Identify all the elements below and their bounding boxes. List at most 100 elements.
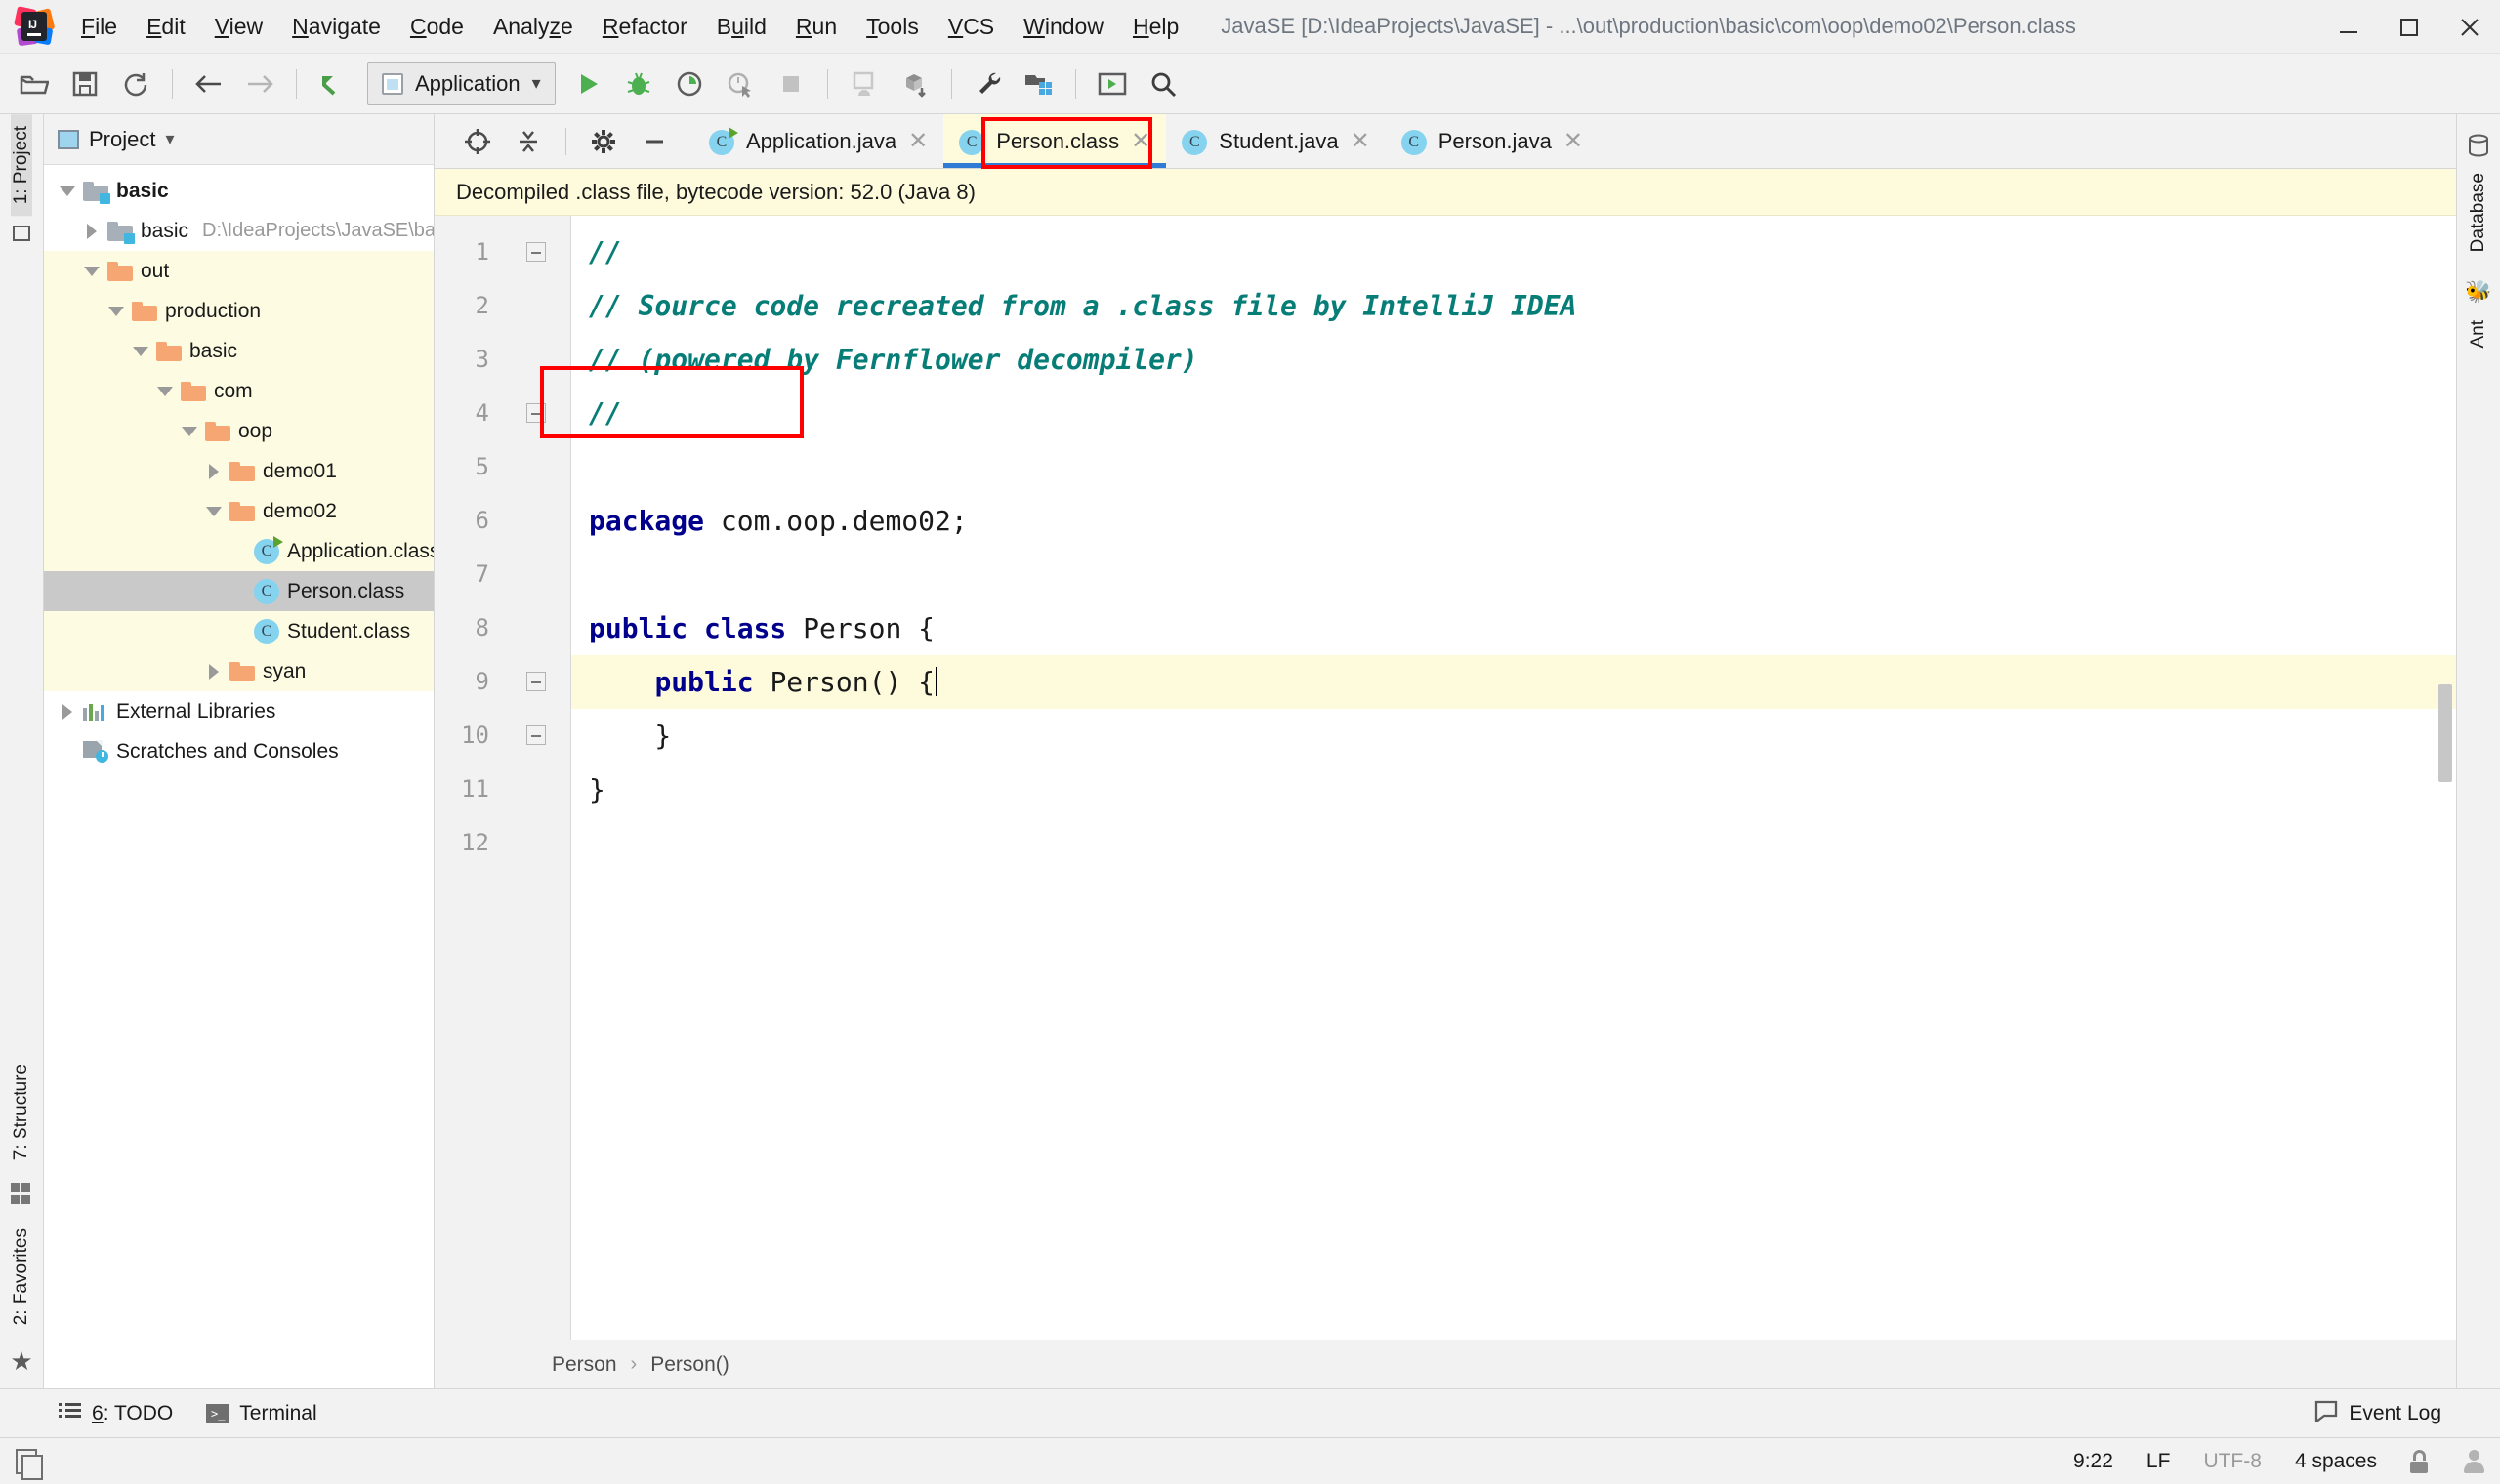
tree-item-external-libraries[interactable]: External Libraries <box>44 691 434 731</box>
chevron-right-icon[interactable] <box>200 463 228 479</box>
tree-item-student-class[interactable]: C Student.class <box>44 611 434 651</box>
close-button[interactable] <box>2439 0 2500 54</box>
window-controls[interactable] <box>2318 0 2500 54</box>
fold-toggle-icon[interactable] <box>503 709 570 763</box>
run-with-coverage-icon[interactable] <box>665 62 714 106</box>
right-tool-window-bar[interactable]: Database 🐝 Ant <box>2456 114 2500 1388</box>
code-line[interactable]: public class Person { <box>571 601 2456 655</box>
tree-item-demo02[interactable]: demo02 <box>44 491 434 531</box>
menu-item-build[interactable]: Build <box>702 8 781 46</box>
chevron-down-icon[interactable]: ▾ <box>165 129 174 149</box>
menu-item-analyze[interactable]: Analyze <box>479 8 588 46</box>
close-icon[interactable]: ✕ <box>908 129 928 153</box>
project-panel-actions[interactable] <box>435 114 680 168</box>
tree-item-person-class[interactable]: C Person.class <box>44 571 434 611</box>
person-icon[interactable] <box>2463 1449 2484 1473</box>
tree-item-syan[interactable]: syan <box>44 651 434 691</box>
tree-item-application-class[interactable]: C Application.class <box>44 531 434 571</box>
code-line[interactable]: // <box>571 226 2456 279</box>
menu-item-navigate[interactable]: Navigate <box>277 8 396 46</box>
tree-item-demo01[interactable]: demo01 <box>44 451 434 491</box>
open-folder-icon[interactable] <box>10 62 59 106</box>
tool-window-event-log[interactable]: Event Log <box>2313 1399 2441 1428</box>
project-structure-icon[interactable] <box>1015 62 1063 106</box>
code-line[interactable]: // Source code recreated from a .class f… <box>571 279 2456 333</box>
sync-gradle-icon[interactable] <box>891 62 939 106</box>
editor-tabs[interactable]: C Application.java ✕ C Person.class ✕ C Student… <box>693 114 1599 168</box>
search-everywhere-icon[interactable] <box>1139 62 1188 106</box>
run-button[interactable] <box>563 62 612 106</box>
menu-item-help[interactable]: Help <box>1118 8 1193 46</box>
bottom-tool-window-bar[interactable]: 6: TODO >_ Terminal Event Log <box>0 1388 2500 1437</box>
chevron-right-icon[interactable] <box>54 703 81 720</box>
editor-tab-person-class[interactable]: C Person.class ✕ <box>943 114 1167 168</box>
settings-wrench-icon[interactable] <box>964 62 1013 106</box>
tree-item-com[interactable]: com <box>44 371 434 411</box>
menu-item-file[interactable]: File <box>66 8 132 46</box>
back-arrow-icon[interactable] <box>185 62 233 106</box>
locate-file-icon[interactable] <box>456 120 499 163</box>
chevron-down-icon[interactable] <box>127 346 154 356</box>
code-line[interactable] <box>571 440 2456 494</box>
structure-preview-icon[interactable] <box>13 226 30 242</box>
caret-position[interactable]: 9:22 <box>2073 1450 2113 1473</box>
collapse-all-icon[interactable] <box>507 120 550 163</box>
fold-toggle-icon[interactable] <box>503 387 570 440</box>
revert-arrow-icon[interactable] <box>309 62 357 106</box>
menu-bar[interactable]: File Edit View Navigate Code Analyze Refactor B… <box>66 8 1193 46</box>
menu-item-run[interactable]: Run <box>781 8 852 46</box>
status-bar-right[interactable]: 9:22 LF UTF-8 4 spaces <box>2073 1449 2484 1473</box>
chevron-down-icon[interactable] <box>54 186 81 196</box>
code-line[interactable]: // (powered by Fernflower decompiler) <box>571 333 2456 387</box>
sidebar-tab-project[interactable]: 1: Project <box>11 114 32 217</box>
avd-manager-icon[interactable] <box>1088 62 1137 106</box>
chevron-down-icon[interactable] <box>151 386 179 396</box>
sidebar-tab-favorites[interactable]: 2: Favorites <box>11 1216 32 1337</box>
menu-item-edit[interactable]: Edit <box>132 8 200 46</box>
sync-icon[interactable] <box>111 62 160 106</box>
close-icon[interactable]: ✕ <box>1563 129 1583 153</box>
code-line[interactable] <box>571 548 2456 601</box>
chevron-down-icon[interactable] <box>200 506 228 516</box>
tree-item-oop[interactable]: oop <box>44 411 434 451</box>
editor-tab-application-java[interactable]: C Application.java ✕ <box>693 114 943 168</box>
fold-toggle-icon[interactable] <box>503 226 570 279</box>
menu-item-code[interactable]: Code <box>396 8 479 46</box>
tree-item-basic[interactable]: basic <box>44 171 434 211</box>
code-content[interactable]: // // Source code recreated from a .class… <box>571 216 2456 1340</box>
chevron-right-icon[interactable] <box>200 663 228 680</box>
editor-tab-student-java[interactable]: C Student.java ✕ <box>1166 114 1385 168</box>
tree-item-production[interactable]: production <box>44 291 434 331</box>
star-icon[interactable]: ★ <box>10 1346 32 1377</box>
menu-item-vcs[interactable]: VCS <box>934 8 1009 46</box>
menu-item-window[interactable]: Window <box>1009 8 1118 46</box>
hide-panel-icon[interactable] <box>633 120 676 163</box>
chevron-down-icon[interactable] <box>78 266 105 276</box>
editor-tab-bar[interactable]: C Application.java ✕ C Person.class ✕ C Student… <box>435 114 2456 169</box>
code-line[interactable]: } <box>571 709 2456 763</box>
tree-item-scratches-and-consoles[interactable]: Scratches and Consoles <box>44 731 434 771</box>
maximize-button[interactable] <box>2379 0 2439 54</box>
tree-item-basic[interactable]: basic <box>44 331 434 371</box>
run-configuration-selector[interactable]: Application ▾ <box>367 62 556 105</box>
code-line[interactable] <box>571 816 2456 870</box>
document-icon[interactable] <box>16 1448 43 1480</box>
chevron-down-icon[interactable] <box>103 306 130 316</box>
code-line[interactable]: package com.oop.demo02; <box>571 494 2456 548</box>
code-folding-gutter[interactable] <box>503 216 571 1340</box>
scrollbar-thumb[interactable] <box>2438 684 2452 782</box>
sidebar-tab-database[interactable]: Database <box>2468 161 2489 264</box>
code-line[interactable]: } <box>571 763 2456 816</box>
project-tree[interactable]: basic basic D:\IdeaProjects\JavaSE\basic ou… <box>44 165 434 1388</box>
menu-item-refactor[interactable]: Refactor <box>588 8 702 46</box>
android-device-icon[interactable] <box>840 62 889 106</box>
line-separator[interactable]: LF <box>2146 1450 2171 1473</box>
code-line[interactable]: // <box>571 387 2456 440</box>
tree-item-basic[interactable]: basic D:\IdeaProjects\JavaSE\basic <box>44 211 434 251</box>
tool-window-todo[interactable]: 6: TODO <box>59 1401 173 1426</box>
sidebar-tab-structure[interactable]: 7: Structure <box>11 1052 32 1172</box>
breadcrumb[interactable]: Person › Person() <box>435 1340 2456 1388</box>
menu-item-tools[interactable]: Tools <box>852 8 934 46</box>
tool-window-terminal[interactable]: >_ Terminal <box>206 1402 317 1425</box>
status-bar[interactable]: 9:22 LF UTF-8 4 spaces <box>0 1437 2500 1484</box>
